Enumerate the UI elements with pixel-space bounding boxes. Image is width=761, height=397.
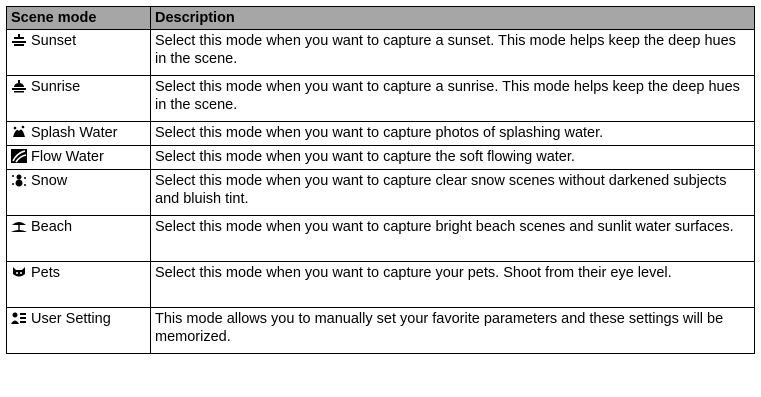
scene-mode-label: User Setting [31,311,111,327]
flow-water-icon [11,149,27,163]
scene-mode-cell: User Setting [6,307,151,354]
description-cell: Select this mode when you want to captur… [150,29,755,76]
description-cell: Select this mode when you want to captur… [150,121,755,146]
sunset-icon [11,33,27,47]
scene-mode-label: Beach [31,219,73,235]
header-scene-mode: Scene mode [6,6,151,30]
scene-mode-label: Sunrise [31,79,81,95]
scene-mode-label: Splash Water [31,125,118,141]
table-row: Splash Water Select this mode when you w… [6,121,755,146]
scene-mode-cell: Snow [6,169,151,216]
scene-mode-label: Sunset [31,33,77,49]
description-cell: Select this mode when you want to captur… [150,261,755,308]
scene-mode-cell: Beach [6,215,151,262]
user-setting-icon [11,311,27,325]
header-description: Description [150,6,755,30]
description-cell: Select this mode when you want to captur… [150,215,755,262]
table-row: Pets Select this mode when you want to c… [6,261,755,308]
scene-mode-table: Scene mode Description Sunset Select thi… [6,6,755,354]
scene-mode-cell: Splash Water [6,121,151,146]
splash-water-icon [11,125,27,139]
sunrise-icon [11,79,27,93]
description-cell: Select this mode when you want to captur… [150,75,755,122]
table-header-row: Scene mode Description [6,6,755,30]
table-row: Sunrise Select this mode when you want t… [6,75,755,122]
beach-icon [11,219,27,233]
table-row: User Setting This mode allows you to man… [6,307,755,354]
table-row: Sunset Select this mode when you want to… [6,29,755,76]
scene-mode-cell: Flow Water [6,145,151,170]
scene-mode-label: Flow Water [31,149,104,165]
snow-icon [11,173,27,187]
table-row: Beach Select this mode when you want to … [6,215,755,262]
table-row: Snow Select this mode when you want to c… [6,169,755,216]
scene-mode-label: Pets [31,265,61,281]
pets-icon [11,265,27,279]
description-cell: Select this mode when you want to captur… [150,169,755,216]
scene-mode-cell: Sunset [6,29,151,76]
scene-mode-cell: Pets [6,261,151,308]
table-row: Flow Water Select this mode when you wan… [6,145,755,170]
description-cell: Select this mode when you want to captur… [150,145,755,170]
scene-mode-cell: Sunrise [6,75,151,122]
description-cell: This mode allows you to manually set you… [150,307,755,354]
scene-mode-label: Snow [31,173,68,189]
